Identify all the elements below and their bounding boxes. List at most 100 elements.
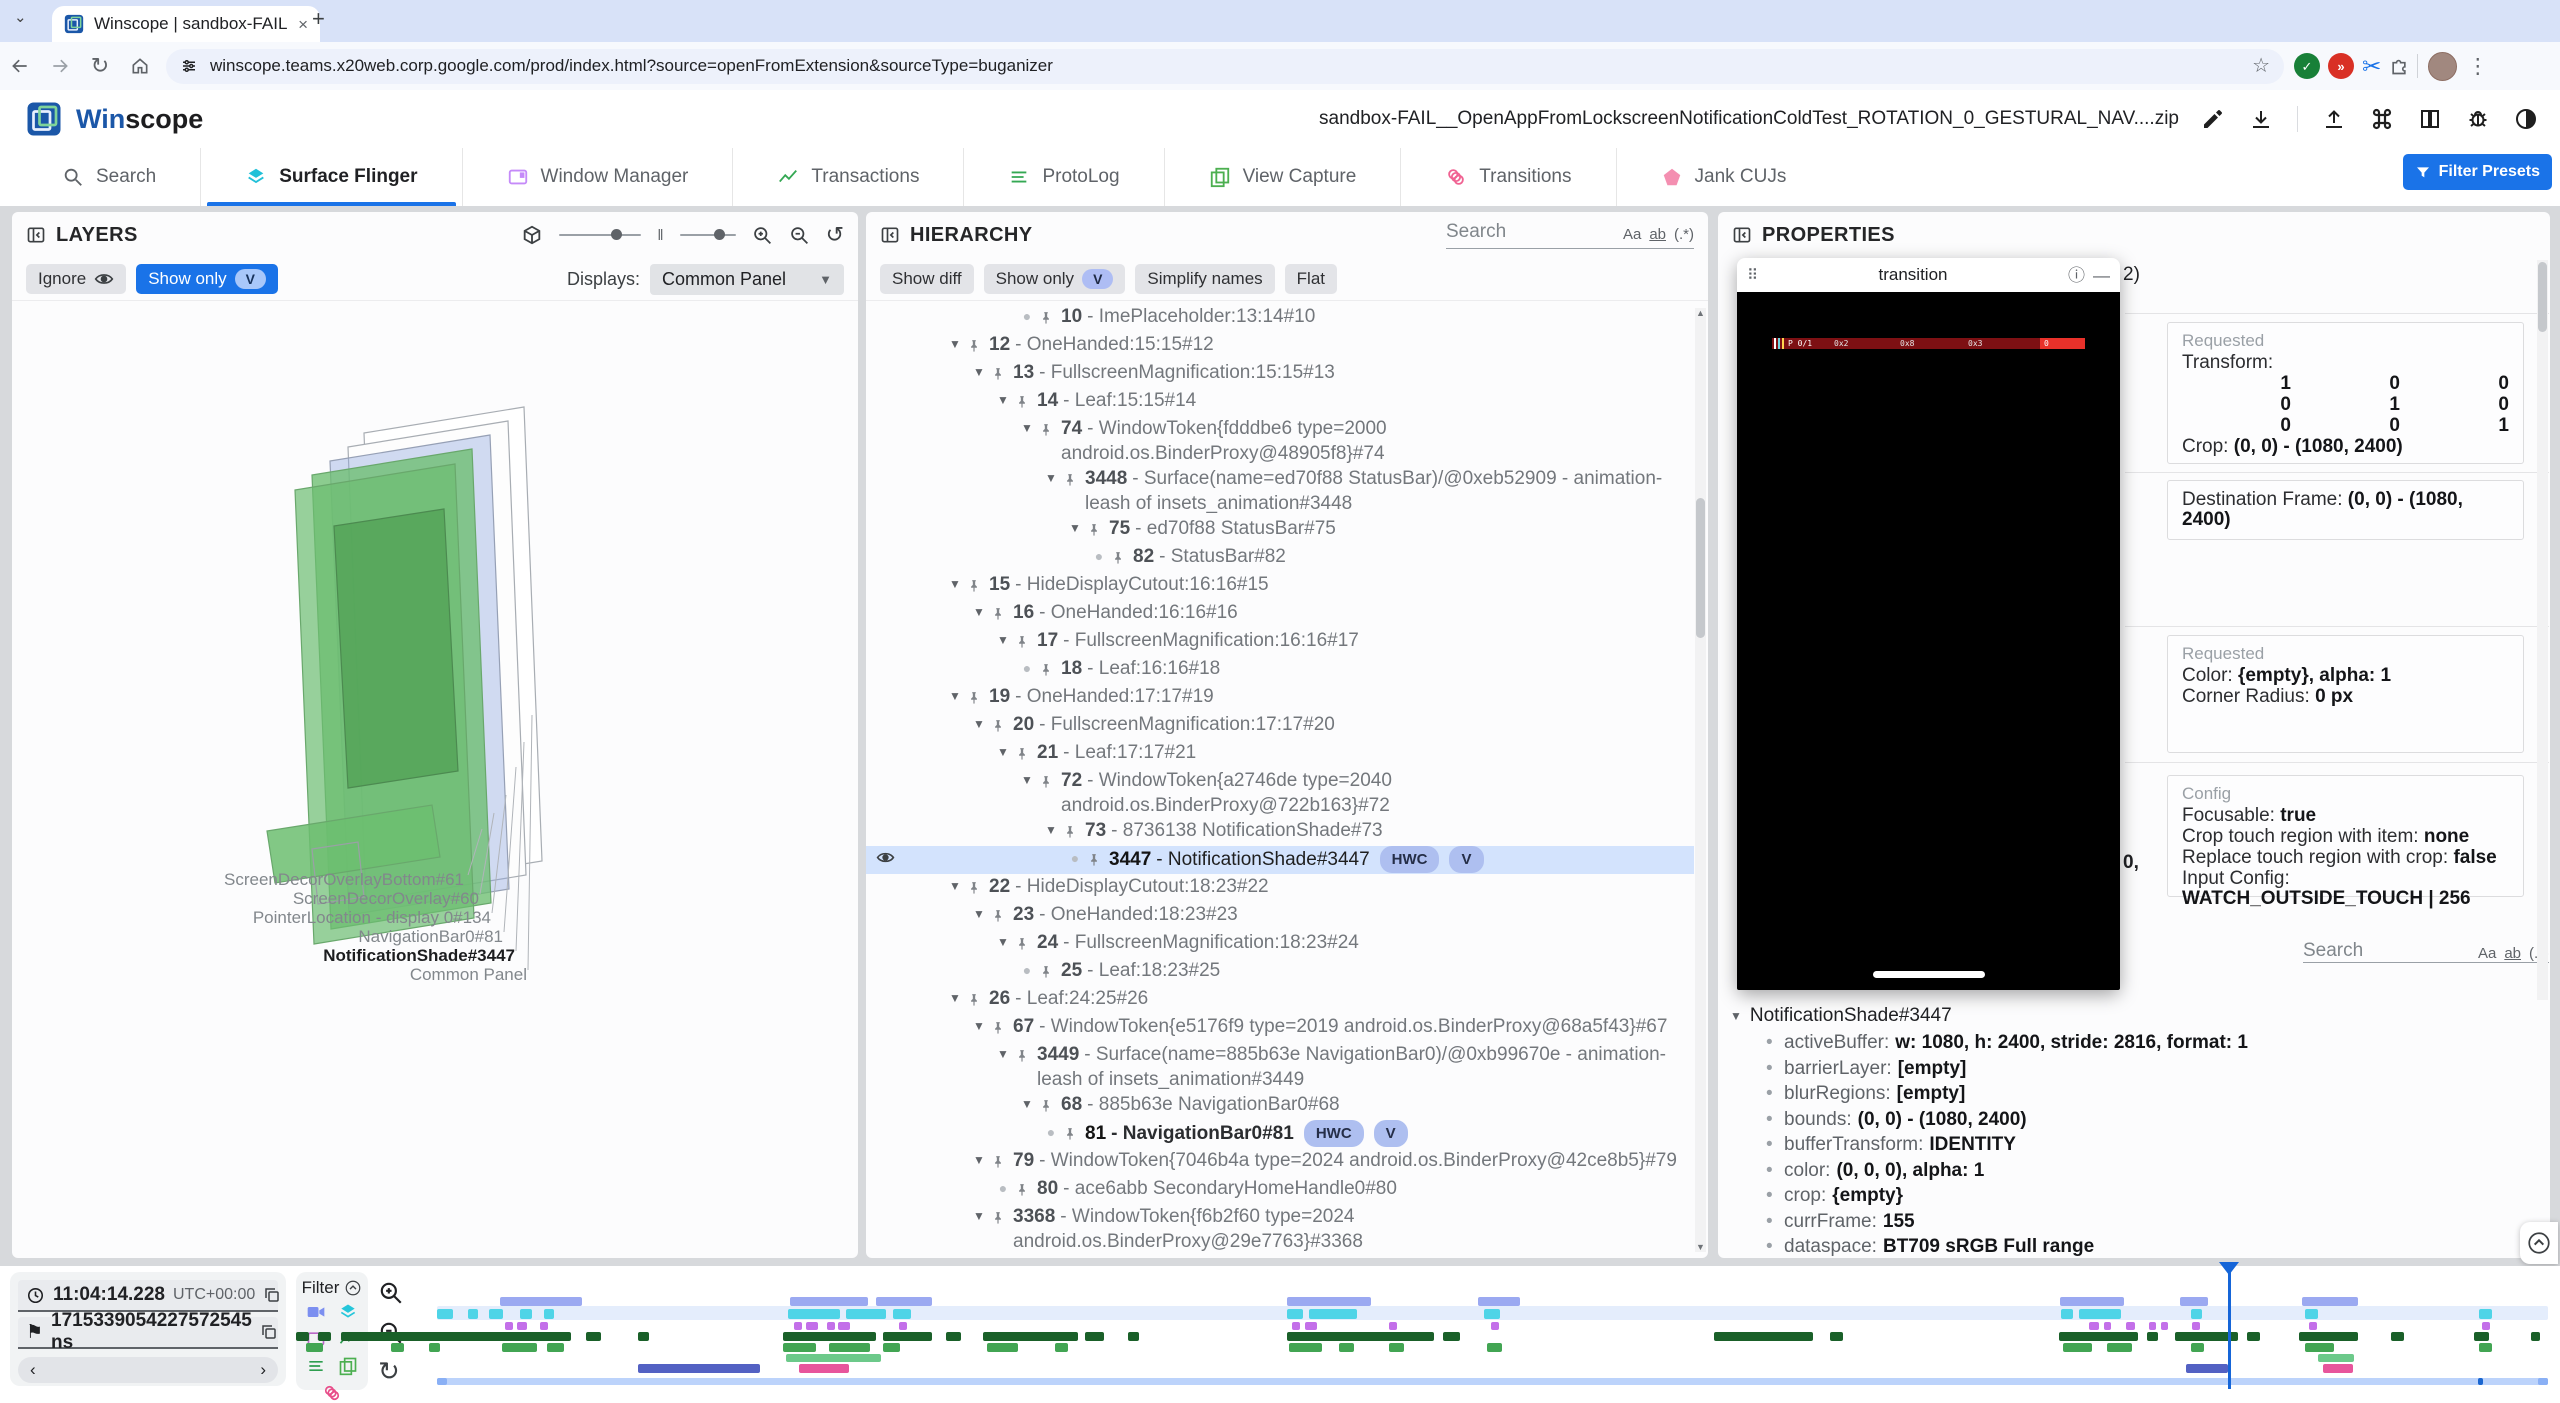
current-node-header[interactable]: ▼ NotificationShade#3447 [1730,1005,1952,1027]
property-item[interactable]: •color:(0, 0, 0), alpha: 1 [1766,1158,2530,1184]
site-settings-icon[interactable] [180,57,198,75]
property-item[interactable]: •activeBuffer:w: 1080, h: 2400, stride: … [1766,1030,2530,1056]
filter-listlines-icon[interactable] [306,1356,326,1376]
pin-icon[interactable] [967,332,989,360]
hierarchy-row[interactable]: ●18- Leaf:16:16#18 [866,656,1694,684]
search-tool-0[interactable]: Aa [1623,226,1641,243]
upload-action-icon[interactable] [2322,107,2346,131]
hierarchy-row[interactable]: ▼73- 8736138 NotificationShade#73 [866,818,1694,846]
pin-icon[interactable] [1087,846,1109,874]
hierarchy-row[interactable]: ▼13- FullscreenMagnification:15:15#13 [866,360,1694,388]
expand-arrow-icon[interactable]: ▼ [991,628,1015,653]
expand-arrow-icon[interactable]: ▼ [943,572,967,597]
hierarchy-row[interactable]: ▼72- WindowToken{a2746de type=2040 andro… [866,768,1694,818]
zoom-out-icon[interactable] [789,225,810,246]
property-item[interactable]: •bounds:(0, 0) - (1080, 2400) [1766,1107,2530,1133]
hierarchy-row[interactable]: ▼75- ed70f88 StatusBar#75 [866,516,1694,544]
hierarchy-row[interactable]: ▼23- OneHanded:18:23#23 [866,902,1694,930]
copy-icon[interactable] [260,1323,278,1341]
layer-label[interactable]: Common Panel [410,965,527,985]
rotation-slider[interactable] [559,234,641,236]
pin-icon[interactable] [967,684,989,712]
pin-icon[interactable] [1111,544,1133,572]
pin-icon[interactable] [991,600,1013,628]
tab-windowmanager[interactable]: Window Manager [462,148,733,206]
home-icon[interactable] [120,56,160,76]
hierarchy-row[interactable]: ▼74- WindowToken{fdddbe6 type=2000 andro… [866,416,1694,466]
viewer-titlebar[interactable]: ⠿ transition ⓘ — [1737,258,2120,292]
cube-3d-icon[interactable] [521,224,543,246]
pin-icon[interactable] [1015,628,1037,656]
expand-arrow-icon[interactable]: ▼ [991,388,1015,413]
extension-green-icon[interactable]: ✓ [2294,53,2320,79]
expand-arrow-icon[interactable]: ▼ [1015,768,1039,793]
search-tool-2[interactable]: (.*) [1674,226,1694,243]
expand-arrow-icon[interactable]: ▼ [991,740,1015,765]
transition-viewer-window[interactable]: ⠿ transition ⓘ — P 0/1 0x2 0x8 0x3 0 [1737,258,2120,990]
pin-icon[interactable] [1063,1120,1085,1148]
collapse-timeline-button[interactable] [2520,1222,2558,1264]
pin-icon[interactable] [991,1014,1013,1042]
hierarchy-row[interactable]: ●3447- NotificationShade#3447HWCV [866,846,1694,874]
hierarchy-search-input[interactable]: Search Aaab(.*) [1446,221,1694,249]
drag-handle-icon[interactable]: ⠿ [1747,268,1758,283]
hierarchy-row[interactable]: ▼68- 885b63e NavigationBar0#68 [866,1092,1694,1120]
hierarchy-row[interactable]: ▼19- OneHanded:17:17#19 [866,684,1694,712]
hierarchy-row[interactable]: ▼21- Leaf:17:17#21 [866,740,1694,768]
pin-icon[interactable] [1039,1092,1061,1120]
expand-arrow-icon[interactable]: ▼ [991,1042,1015,1067]
forward-icon[interactable] [40,56,80,76]
chip-simplify-names[interactable]: Simplify names [1135,264,1274,294]
expand-arrow-icon[interactable]: ▼ [1039,818,1063,843]
filter-camera-icon[interactable] [306,1302,326,1322]
collapse-panel-icon[interactable] [1732,225,1752,245]
search-tool-1[interactable]: ab [2504,945,2521,962]
filter-rings-icon[interactable] [322,1383,342,1403]
reset-view-icon[interactable]: ↺ [826,224,844,246]
hierarchy-row[interactable]: ▼20- FullscreenMagnification:17:17#20 [866,712,1694,740]
layer-label[interactable]: ScreenDecorOverlay#60 [293,889,479,909]
pin-icon[interactable] [1015,740,1037,768]
copy-icon[interactable] [263,1286,281,1304]
pin-icon[interactable] [1039,656,1061,684]
hierarchy-row[interactable]: ▼22- HideDisplayCutout:18:23#22 [866,874,1694,902]
properties-scrollbar[interactable] [2537,260,2548,1000]
info-icon[interactable]: ⓘ [2068,267,2085,284]
ignore-chip[interactable]: Ignore [26,264,126,294]
hierarchy-row[interactable]: ▼26- Leaf:24:25#26 [866,986,1694,1014]
browser-menu-kebab-icon[interactable]: ⋮ [2467,56,2488,77]
tab-transitions[interactable]: Transitions [1400,148,1615,206]
hierarchy-row[interactable]: ▼24- FullscreenMagnification:18:23#24 [866,930,1694,958]
frame-step-bar[interactable]: ‹ › [18,1357,278,1383]
expand-arrow-icon[interactable]: ▼ [991,930,1015,955]
tab-viewcapture[interactable]: View Capture [1164,148,1401,206]
timeline-zoom-out-icon[interactable] [378,1320,404,1346]
property-item[interactable]: •crop:{empty} [1766,1183,2530,1209]
hierarchy-row[interactable]: ▼67- WindowToken{e5176f9 type=2019 andro… [866,1014,1694,1042]
expand-arrow-icon[interactable]: ▼ [1015,1092,1039,1117]
pin-icon[interactable] [1015,1042,1037,1070]
collapse-filter-icon[interactable] [344,1279,362,1297]
pin-icon[interactable] [1087,516,1109,544]
chip-show-diff[interactable]: Show diff [880,264,974,294]
expand-arrow-icon[interactable]: ▼ [967,1148,991,1173]
expand-arrow-icon[interactable]: ▼ [1039,466,1063,491]
hierarchy-row[interactable]: ▼3368- WindowToken{f6b2f60 type=2024 and… [866,1204,1694,1254]
hierarchy-row[interactable]: ▼14- Leaf:15:15#14 [866,388,1694,416]
tab-jankcujs[interactable]: Jank CUJs [1616,148,1831,206]
search-tool-1[interactable]: ab [1649,226,1666,243]
pin-icon[interactable] [1063,466,1085,494]
filter-presets-button[interactable]: Filter Presets [2403,154,2552,190]
filter-frames-icon[interactable] [338,1356,358,1376]
hierarchy-row[interactable]: ▼12- OneHanded:15:15#12 [866,332,1694,360]
pin-icon[interactable] [1039,416,1061,444]
command-action-icon[interactable] [2370,107,2394,131]
expand-arrow-icon[interactable]: ▼ [943,332,967,357]
bug-action-icon[interactable] [2466,107,2490,131]
scissors-extension-icon[interactable]: ✂ [2362,55,2381,78]
book-action-icon[interactable] [2418,107,2442,131]
timeline-reset-icon[interactable]: ↻ [378,1358,400,1384]
pin-icon[interactable] [991,1148,1013,1176]
tab-close-icon[interactable]: × [298,16,308,33]
hierarchy-row[interactable]: ▼15- HideDisplayCutout:16:16#15 [866,572,1694,600]
